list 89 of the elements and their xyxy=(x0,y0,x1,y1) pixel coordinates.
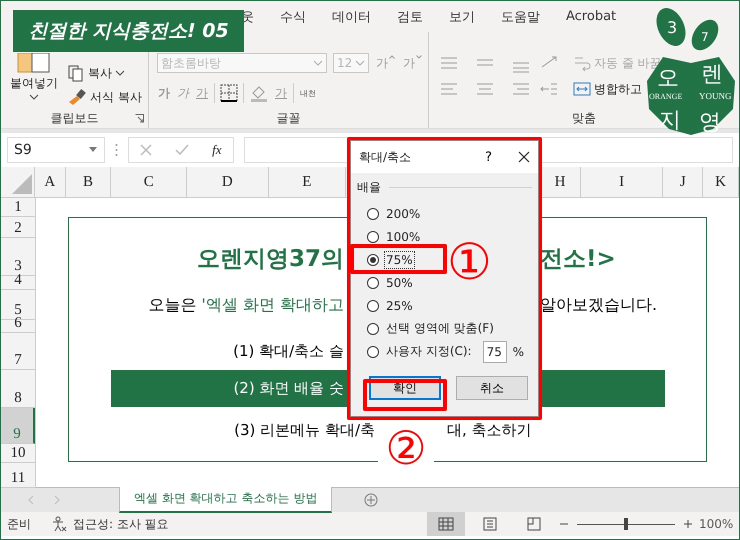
check-icon[interactable] xyxy=(175,144,190,156)
insert-function-button[interactable]: fx xyxy=(212,142,222,158)
list-item: 대, 축소하기 xyxy=(447,420,532,440)
caret-icon xyxy=(88,147,98,153)
radio-button[interactable] xyxy=(367,230,379,242)
zoom-level[interactable]: 100% xyxy=(699,517,739,531)
radio-button[interactable] xyxy=(367,300,379,312)
clipboard-icon xyxy=(17,53,51,73)
option-label[interactable]: 50% xyxy=(385,274,414,290)
ribbon-tab[interactable]: 보기 xyxy=(449,8,475,26)
percent-label: % xyxy=(512,344,524,358)
page-break-icon xyxy=(527,517,541,531)
option-label[interactable]: 25% xyxy=(385,298,414,314)
close-button[interactable] xyxy=(518,151,530,163)
row-header[interactable]: 7 xyxy=(1,333,35,370)
phonetic-button[interactable]: 내천 xyxy=(299,88,317,98)
ribbon-tab[interactable]: 수식 xyxy=(280,8,306,26)
column-header[interactable]: E xyxy=(268,167,346,197)
sheet-tab[interactable]: 엑셀 화면 확대하고 축소하는 방법 xyxy=(119,486,332,512)
view-button[interactable] xyxy=(427,512,465,536)
column-header[interactable]: A xyxy=(34,167,66,197)
intro-text: 알아보겠습니다. xyxy=(540,294,658,316)
option-label[interactable]: 200% xyxy=(385,206,422,222)
copy-icon xyxy=(67,64,85,82)
format-painter-button[interactable]: 서식 복사 xyxy=(67,88,142,106)
status-text: 준비 xyxy=(7,516,31,532)
step-number: ① xyxy=(447,237,492,287)
radio-button[interactable] xyxy=(367,346,379,358)
zoom-slider-thumb[interactable] xyxy=(624,518,628,530)
column-header[interactable]: J xyxy=(663,167,704,197)
zoom-in-icon[interactable] xyxy=(683,519,693,529)
accessibility-status[interactable]: 접근성: 조사 필요 xyxy=(73,516,169,532)
list-item: (1) 확대/축소 슬 xyxy=(233,342,344,360)
row-header[interactable]: 2 xyxy=(1,217,35,238)
caret-icon xyxy=(29,94,39,100)
caret-icon xyxy=(355,60,365,66)
ribbon-tab[interactable]: 데이터 xyxy=(332,8,371,26)
caret-icon xyxy=(416,54,422,58)
borders-icon[interactable] xyxy=(220,84,238,102)
heading: 전소!> xyxy=(540,244,616,274)
heading: 오렌지영37의 xyxy=(196,244,344,274)
group-label: 클립보드 xyxy=(50,110,98,126)
dialog-launcher-icon[interactable] xyxy=(135,114,144,123)
ribbon-tab[interactable]: 검토 xyxy=(397,8,423,26)
ribbon-tab[interactable]: Acrobat xyxy=(566,9,616,24)
caret-icon xyxy=(313,60,323,66)
add-sheet-icon[interactable] xyxy=(364,493,378,507)
caret-icon xyxy=(115,70,125,76)
paste-button[interactable]: 붙여넣기 xyxy=(5,53,63,108)
page-icon xyxy=(483,517,497,531)
intro-text: 오늘은 '엑셀 화면 확대하고 xyxy=(148,294,344,316)
custom-zoom-field[interactable]: 75 xyxy=(482,340,507,362)
column-header[interactable]: B xyxy=(66,167,112,197)
dialog-title: 확대/축소 xyxy=(359,148,412,166)
cancel-button[interactable]: 취소 xyxy=(456,376,528,400)
column-header[interactable]: I xyxy=(580,167,664,197)
radio-button[interactable] xyxy=(367,276,379,288)
help-button[interactable]: ? xyxy=(485,150,492,164)
radio-button[interactable] xyxy=(367,208,379,220)
grid-icon xyxy=(438,517,454,531)
title-banner: 친절한 지식충전소! 05 xyxy=(13,10,244,52)
row-header[interactable]: 1 xyxy=(1,198,35,217)
accessibility-icon[interactable] xyxy=(51,516,67,532)
row-header[interactable]: 9 xyxy=(1,408,35,444)
row-header[interactable]: 4 xyxy=(1,276,35,290)
option-label[interactable]: 선택 영역에 맞춤(F) xyxy=(385,319,495,338)
option-label[interactable]: 사용자 지정(C): xyxy=(385,342,473,361)
option-label[interactable]: 100% xyxy=(385,228,422,244)
copy-button[interactable]: 복사 xyxy=(67,64,142,82)
column-header[interactable]: H xyxy=(540,167,581,197)
list-item: (2) 화면 배율 숫 xyxy=(232,379,344,398)
row-header[interactable]: 10 xyxy=(1,444,35,463)
ribbon-tab[interactable]: 도움말 xyxy=(501,8,540,26)
name-box[interactable]: S9 xyxy=(7,137,105,163)
radio-button[interactable] xyxy=(367,322,379,334)
column-header[interactable]: C xyxy=(111,167,187,197)
list-item: (3) 리본메뉴 확대/축 xyxy=(234,420,375,440)
caret-up-icon xyxy=(389,54,395,58)
column-header[interactable]: D xyxy=(186,167,269,197)
option-label[interactable]: 75% xyxy=(385,252,414,268)
group-label: 배율 xyxy=(357,179,381,196)
radio-button[interactable] xyxy=(367,254,379,266)
brush-icon xyxy=(67,88,87,106)
column-header[interactable]: K xyxy=(703,167,739,197)
merge-icon xyxy=(573,80,591,98)
merge-button[interactable]: 병합하고 xyxy=(573,80,642,98)
group-label: 글꼴 xyxy=(276,110,300,126)
grip-icon xyxy=(115,143,118,157)
group-label: 맞춤 xyxy=(572,110,596,126)
